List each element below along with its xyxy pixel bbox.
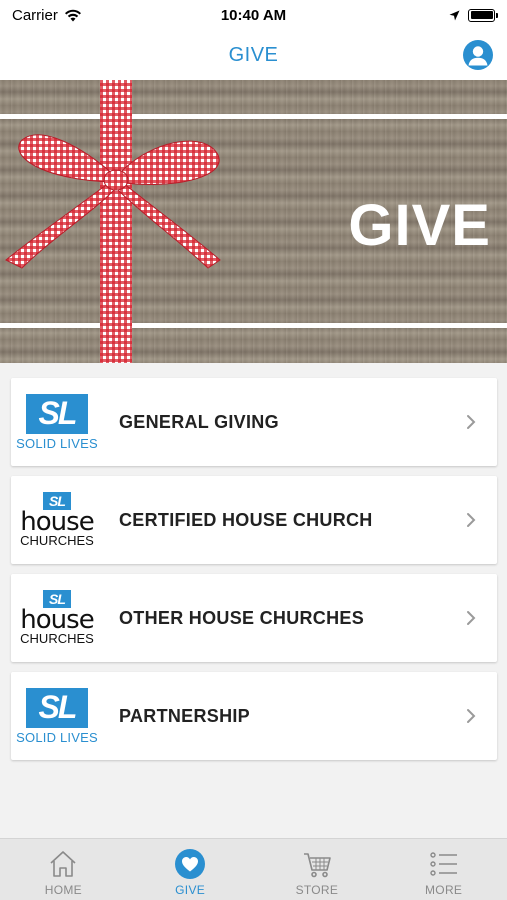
- logo-caption: CHURCHES: [20, 631, 94, 646]
- tab-label: GIVE: [175, 883, 206, 897]
- list-icon: [429, 852, 457, 876]
- give-option-other-house-churches[interactable]: SL house CHURCHES OTHER HOUSE CHURCHES: [11, 574, 497, 662]
- chevron-right-icon: [467, 513, 476, 527]
- chevron-right-icon: [467, 611, 476, 625]
- carrier-label: Carrier: [12, 6, 58, 24]
- sl-logo-mark: SL: [26, 687, 88, 728]
- tab-store[interactable]: STORE: [254, 839, 381, 900]
- solid-lives-logo: SL SOLID LIVES: [13, 672, 101, 760]
- give-banner: GIVE: [0, 80, 507, 363]
- user-icon: [468, 46, 488, 66]
- tab-label: STORE: [295, 883, 339, 897]
- logo-word: house: [20, 605, 94, 635]
- banner-stripe-top: [0, 114, 507, 119]
- house-churches-logo: SL house CHURCHES: [13, 574, 101, 662]
- status-bar: Carrier 10:40 AM: [0, 0, 507, 30]
- house-churches-logo: SL house CHURCHES: [13, 476, 101, 564]
- option-label: CERTIFIED HOUSE CHURCH: [119, 509, 373, 530]
- chevron-right-icon: [467, 415, 476, 429]
- logo-caption: CHURCHES: [20, 533, 94, 548]
- home-icon: [50, 851, 76, 877]
- tab-label: MORE: [425, 883, 463, 897]
- cart-icon: [303, 853, 331, 878]
- give-option-partnership[interactable]: SL SOLID LIVES PARTNERSHIP: [11, 672, 497, 760]
- give-option-general-giving[interactable]: SL SOLID LIVES GENERAL GIVING: [11, 378, 497, 466]
- battery-icon: [468, 8, 498, 22]
- tab-label: HOME: [44, 883, 82, 897]
- option-label: GENERAL GIVING: [119, 411, 279, 432]
- page-title: GIVE: [228, 43, 279, 66]
- wifi-icon: [64, 9, 81, 21]
- banner-title: GIVE: [348, 193, 491, 258]
- heart-icon: [175, 849, 206, 879]
- solid-lives-logo: SL SOLID LIVES: [13, 378, 101, 466]
- logo-caption: SOLID LIVES: [16, 729, 98, 745]
- logo-word: house: [20, 507, 94, 537]
- tab-more[interactable]: MORE: [380, 839, 507, 900]
- give-option-certified-house-church[interactable]: SL house CHURCHES CERTIFIED HOUSE CHURCH: [11, 476, 497, 564]
- chevron-right-icon: [467, 709, 476, 723]
- tab-give[interactable]: GIVE: [127, 839, 254, 900]
- profile-button[interactable]: [463, 40, 493, 70]
- option-label: PARTNERSHIP: [119, 705, 250, 726]
- tab-bar: HOME GIVE STORE MORE: [0, 838, 507, 900]
- option-label: OTHER HOUSE CHURCHES: [119, 607, 365, 628]
- location-arrow-icon: [449, 10, 460, 20]
- logo-caption: SOLID LIVES: [16, 435, 98, 451]
- navigation-bar: GIVE: [0, 30, 507, 80]
- banner-stripe-bottom: [0, 323, 507, 328]
- giving-options-list: SL SOLID LIVES GENERAL GIVING SL house C…: [11, 378, 497, 770]
- sl-logo-mark: SL: [26, 393, 88, 434]
- ribbon-bow-icon: [5, 134, 221, 269]
- tab-home[interactable]: HOME: [0, 839, 127, 900]
